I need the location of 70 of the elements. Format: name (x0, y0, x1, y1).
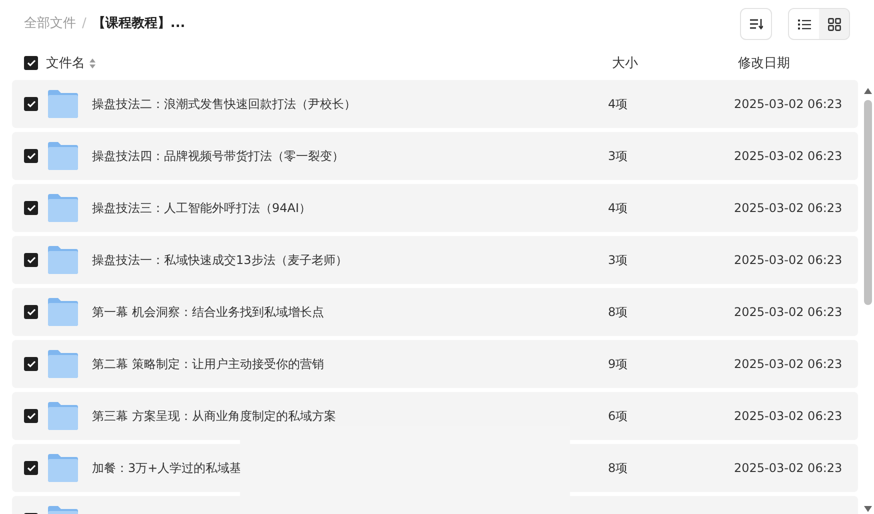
item-count: 8项 (608, 304, 629, 320)
modified-date: 2025-03-02 06:23 (734, 305, 844, 319)
file-name: 第三幕 方案呈现：从商业角度制定的私域方案 (92, 408, 337, 424)
check-icon (26, 464, 36, 472)
row-checkbox[interactable] (24, 305, 38, 319)
row-checkbox[interactable] (24, 149, 38, 163)
modified-date: 2025-03-02 06:23 (734, 97, 844, 111)
file-name: 操盘技法四：品牌视频号带货打法（零一裂变） (92, 148, 345, 164)
check-icon (26, 308, 36, 316)
row-checkbox[interactable] (24, 409, 38, 423)
check-icon (26, 152, 36, 160)
row-checkbox[interactable] (24, 97, 38, 111)
file-name: 第二幕 策略制定：让用户主动接受你的营销 (92, 356, 325, 372)
modified-date: 2025-03-02 06:23 (734, 201, 844, 215)
file-row[interactable]: 第一幕 机会洞察：结合业务找到私域增长点 8项 2025-03-02 06:23 (12, 288, 858, 336)
modified-date: 2025-03-02 06:23 (734, 253, 844, 267)
item-count: 3项 (608, 252, 629, 268)
list-view-button[interactable] (789, 9, 819, 39)
item-count: 8项 (608, 460, 629, 476)
item-count: 9项 (608, 356, 629, 372)
item-count: 6项 (608, 408, 629, 424)
file-name: 第一幕 机会洞察：结合业务找到私域增长点 (92, 304, 325, 320)
scroll-down-icon (864, 506, 872, 512)
grid-icon (828, 18, 840, 30)
scroll-up-icon (864, 88, 872, 94)
file-row[interactable]: 操盘技法二：浪潮式发售快速回款打法（尹校长） 4项 2025-03-02 06:23 (12, 80, 858, 128)
check-icon (26, 59, 36, 67)
sort-button[interactable] (740, 8, 772, 40)
folder-icon (48, 246, 78, 274)
column-header: 修改日期 (738, 55, 791, 72)
file-name: 操盘技法一：私域快速成交13步法（麦子老师） (92, 252, 348, 268)
check-icon (26, 256, 36, 264)
folder-icon (48, 350, 78, 378)
item-count: 4项 (608, 200, 629, 216)
list-icon (798, 18, 810, 30)
item-count: 4项 (608, 96, 629, 112)
folder-icon (48, 298, 78, 326)
file-row[interactable]: 操盘技法三：人工智能外呼打法（94AI） 4项 2025-03-02 06:23 (12, 184, 858, 232)
file-row[interactable]: 操盘技法一：私域快速成交13步法（麦子老师） 3项 2025-03-02 06:23 (12, 236, 858, 284)
sort-arrows-icon (89, 58, 96, 68)
file-name: 操盘技法二：浪潮式发售快速回款打法（尹校长） (92, 96, 357, 112)
file-name: 加餐：3万+人学过的私域基 (92, 460, 243, 476)
row-checkbox[interactable] (24, 461, 38, 475)
file-row[interactable]: 第二幕 策略制定：让用户主动接受你的营销 9项 2025-03-02 06:23 (12, 340, 858, 388)
folder-icon (48, 194, 78, 222)
row-checkbox[interactable] (24, 357, 38, 371)
file-row[interactable]: 操盘技法四：品牌视频号带货打法（零一裂变） 3项 2025-03-02 06:23 (12, 132, 858, 180)
breadcrumb-item: 【课程教程】... (92, 15, 186, 32)
check-icon (26, 204, 36, 212)
file-name: 操盘技法三：人工智能外呼打法（94AI） (92, 200, 312, 216)
folder-icon (48, 90, 78, 118)
modified-date: 2025-03-02 06:23 (734, 409, 844, 423)
folder-icon (48, 454, 78, 482)
check-icon (26, 100, 36, 108)
row-checkbox[interactable] (24, 253, 38, 267)
sort-icon (749, 18, 763, 30)
modified-date: 2025-03-02 06:23 (734, 357, 844, 371)
item-count: 3项 (608, 148, 629, 164)
breadcrumb-separator: / (82, 16, 86, 30)
folder-icon (48, 402, 78, 430)
scrollbar-thumb[interactable] (864, 100, 872, 305)
check-icon (26, 412, 36, 420)
folder-icon (48, 142, 78, 170)
check-icon (26, 360, 36, 368)
column-header: 大小 (612, 55, 639, 72)
modified-date: 2025-03-02 06:23 (734, 149, 844, 163)
column-header[interactable]: 文件名 (46, 54, 85, 72)
select-all-checkbox[interactable] (24, 56, 38, 70)
row-checkbox[interactable] (24, 201, 38, 215)
modified-date: 2025-03-02 06:23 (734, 461, 844, 475)
